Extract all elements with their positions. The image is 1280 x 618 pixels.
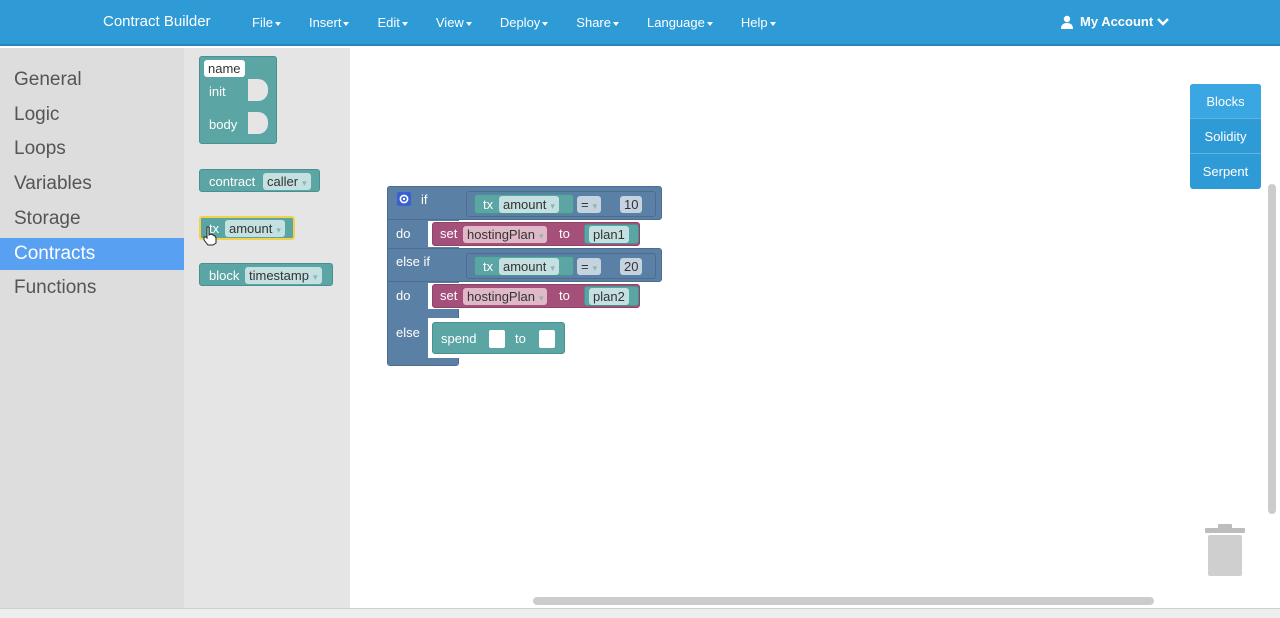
category-functions[interactable]: Functions (0, 272, 184, 304)
user-icon (1061, 15, 1073, 29)
operator-dropdown-2[interactable]: = (577, 258, 602, 275)
menu-share[interactable]: Share (576, 15, 619, 30)
set-label-1: set (440, 226, 458, 241)
menu-edit[interactable]: Edit (377, 15, 408, 30)
set-hostingplan-block-1[interactable]: set hostingPlan to plan1 (432, 222, 640, 246)
contract-caller-block[interactable]: contract caller (199, 169, 320, 192)
tab-solidity[interactable]: Solidity (1190, 119, 1261, 154)
do2-label: do (396, 288, 411, 303)
category-sidebar: General Logic Loops Variables Storage Co… (0, 48, 184, 608)
to-label-1: to (559, 226, 570, 241)
spend-amount-slot[interactable] (489, 330, 505, 348)
else-if-label: else if (396, 254, 430, 269)
amount-dropdown-1[interactable]: amount (499, 196, 559, 213)
hand-cursor-icon (203, 226, 217, 246)
init-slot (248, 79, 268, 101)
set-hostingplan-block-2[interactable]: set hostingPlan to plan2 (432, 284, 640, 308)
if-label: if (421, 192, 428, 207)
tx-label-1: tx (483, 197, 494, 212)
menu-view[interactable]: View (436, 15, 472, 30)
my-account-menu[interactable]: My Account (1060, 14, 1170, 29)
category-loops[interactable]: Loops (0, 133, 184, 165)
contract-name-field[interactable]: name (204, 60, 245, 77)
contract-label: contract (209, 174, 256, 189)
vertical-scrollbar[interactable] (1268, 184, 1276, 514)
hostingplan-dropdown-2[interactable]: hostingPlan (463, 288, 548, 305)
number-field-10[interactable]: 10 (620, 196, 643, 213)
category-contracts[interactable]: Contracts (0, 238, 184, 270)
hostingplan-dropdown-1[interactable]: hostingPlan (463, 226, 548, 243)
bottom-bar (0, 608, 1280, 618)
contract-definition-block[interactable]: name init body (199, 56, 277, 144)
tab-blocks[interactable]: Blocks (1190, 84, 1261, 119)
menu-language[interactable]: Language (647, 15, 713, 30)
plan1-block[interactable]: plan1 (584, 224, 639, 244)
amount-dropdown[interactable]: amount (225, 220, 285, 237)
main-menu: File Insert Edit View Deploy Share Langu… (252, 15, 776, 30)
operator-dropdown-1[interactable]: = (577, 196, 602, 213)
do-label: do (396, 226, 411, 241)
menu-help[interactable]: Help (741, 15, 776, 30)
trash-icon[interactable] (1205, 524, 1245, 578)
language-tabs: Blocks Solidity Serpent (1190, 84, 1261, 189)
my-account-label: My Account (1080, 14, 1154, 29)
spend-block[interactable]: spend to (432, 322, 565, 354)
chevron-down-icon (1157, 17, 1170, 26)
tab-serpent[interactable]: Serpent (1190, 154, 1261, 189)
block-label: block (209, 268, 240, 283)
spend-label: spend (441, 331, 477, 346)
caller-dropdown[interactable]: caller (263, 173, 311, 190)
category-general[interactable]: General (0, 64, 184, 96)
top-navbar: Contract Builder File Insert Edit View D… (0, 0, 1280, 46)
brand-title[interactable]: Contract Builder (103, 13, 211, 30)
to-label-2: to (559, 288, 570, 303)
category-variables[interactable]: Variables (0, 168, 184, 200)
body-label: body (209, 117, 238, 132)
body-slot (248, 112, 268, 134)
spend-to-label: to (515, 331, 526, 346)
block-timestamp-block[interactable]: block timestamp (199, 263, 333, 286)
plan1-field[interactable]: plan1 (589, 226, 629, 243)
tx-amount-value-1[interactable]: tx amount (474, 194, 574, 214)
menu-deploy[interactable]: Deploy (500, 15, 549, 30)
category-storage[interactable]: Storage (0, 203, 184, 235)
timestamp-dropdown[interactable]: timestamp (245, 267, 322, 284)
init-label: init (209, 84, 226, 99)
horizontal-scrollbar[interactable] (533, 597, 1154, 605)
mutator-gear-icon[interactable] (397, 192, 411, 206)
else-label: else (396, 325, 420, 340)
amount-dropdown-2[interactable]: amount (499, 258, 559, 275)
category-logic[interactable]: Logic (0, 99, 184, 131)
menu-insert[interactable]: Insert (309, 15, 350, 30)
set-label-2: set (440, 288, 458, 303)
tx-amount-value-2[interactable]: tx amount (474, 256, 574, 276)
plan2-field[interactable]: plan2 (589, 288, 629, 305)
spend-recipient-slot[interactable] (539, 330, 555, 348)
menu-file[interactable]: File (252, 15, 281, 30)
number-field-20[interactable]: 20 (620, 258, 643, 275)
tx-label-2: tx (483, 259, 494, 274)
plan2-block[interactable]: plan2 (584, 286, 639, 306)
